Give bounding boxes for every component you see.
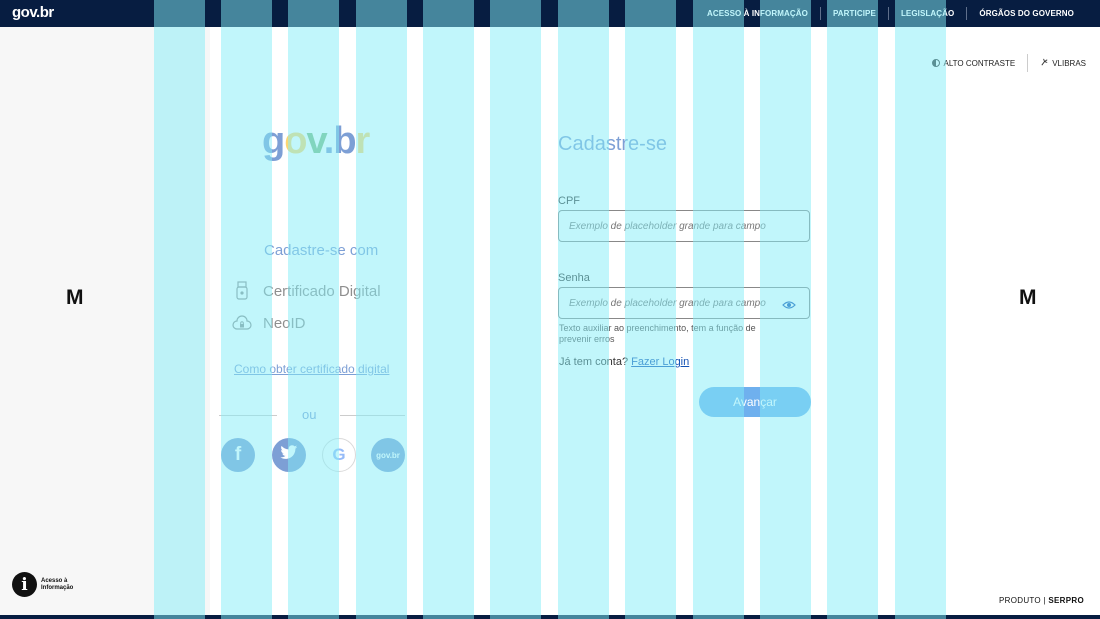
password-helper-text: Texto auxiliar ao preenchimento, tem a f… — [559, 323, 756, 344]
nav-orgaos-governo[interactable]: ÓRGÃOS DO GOVERNO — [967, 9, 1086, 18]
facebook-login-button[interactable]: f — [221, 438, 255, 472]
top-bar: gov.br ACESSO À INFORMAÇÃO PARTICIPE LEG… — [0, 0, 1100, 27]
login-link[interactable]: Fazer Login — [631, 356, 689, 368]
accessibility-bar: ALTO CONTRASTE VLIBRAS — [920, 54, 1086, 72]
divider-right — [340, 415, 405, 416]
product-brand: SERPRO — [1048, 596, 1084, 605]
form-title: Cadastre-se — [558, 133, 667, 155]
hand-icon — [1040, 58, 1049, 69]
twitter-login-button[interactable] — [272, 438, 306, 472]
product-credit: PRODUTO | SERPRO — [999, 596, 1084, 605]
password-label: Senha — [558, 272, 590, 284]
nav-participe[interactable]: PARTICIPE — [821, 9, 888, 18]
eye-icon[interactable] — [782, 297, 796, 315]
access-info-label: Acesso à Informação — [41, 577, 74, 591]
vlibras-button[interactable]: VLIBRAS — [1028, 58, 1086, 69]
top-nav: ACESSO À INFORMAÇÃO PARTICIPE LEGISLAÇÃO… — [695, 0, 1086, 27]
product-prefix: PRODUTO — [999, 596, 1041, 605]
contrast-icon — [932, 59, 941, 67]
cloud-lock-icon — [231, 313, 253, 333]
grid-overlay-column — [490, 0, 541, 619]
bottom-bar — [0, 615, 1100, 619]
govbr-logo[interactable]: gov.br — [12, 4, 54, 21]
grid-overlay-column — [895, 0, 946, 619]
grid-overlay-column — [827, 0, 878, 619]
password-input[interactable] — [558, 287, 810, 319]
google-icon: G — [332, 445, 346, 464]
login-prompt: Já tem conta? Fazer Login — [559, 356, 689, 368]
signup-with-title: Cadastre-se com — [264, 242, 379, 259]
divider-left — [219, 415, 277, 416]
how-to-get-certificate-link[interactable]: Como obter certificado digital — [234, 362, 389, 376]
high-contrast-toggle[interactable]: ALTO CONTRASTE — [920, 59, 1027, 68]
next-button[interactable]: Avançar — [699, 387, 811, 417]
usb-token-icon — [231, 281, 253, 301]
side-letter-right: M — [1019, 286, 1037, 309]
vlibras-label: VLIBRAS — [1052, 58, 1086, 68]
twitter-icon — [280, 445, 298, 465]
or-label: ou — [302, 407, 317, 422]
access-info-link[interactable]: i Acesso à Informação — [12, 572, 75, 597]
option-neoid[interactable]: NeoID — [231, 313, 306, 333]
option-label: NeoID — [263, 314, 306, 332]
cpf-label: CPF — [558, 195, 580, 207]
option-label: Certificado Digital — [263, 282, 381, 300]
grid-overlay-column — [288, 0, 339, 619]
grid-overlay-column — [423, 0, 474, 619]
nav-legislacao[interactable]: LEGISLAÇÃO — [889, 9, 966, 18]
govbr-icon: gov.br — [376, 450, 400, 460]
grid-overlay-column — [356, 0, 407, 619]
nav-acesso-informacao[interactable]: ACESSO À INFORMAÇÃO — [695, 9, 820, 18]
google-login-button[interactable]: G — [322, 438, 356, 472]
login-prompt-text: Já tem conta? — [559, 356, 629, 368]
facebook-icon: f — [234, 444, 242, 465]
info-icon: i — [12, 572, 37, 597]
govbr-brand-logo: gov.br — [262, 120, 370, 162]
grid-overlay-column — [221, 0, 272, 619]
govbr-login-button[interactable]: gov.br — [371, 438, 405, 472]
option-certificado-digital[interactable]: Certificado Digital — [231, 281, 381, 301]
left-side-panel — [0, 27, 210, 615]
cpf-input[interactable] — [558, 210, 810, 242]
high-contrast-label: ALTO CONTRASTE — [943, 58, 1016, 68]
side-letter-left: M — [66, 286, 84, 309]
